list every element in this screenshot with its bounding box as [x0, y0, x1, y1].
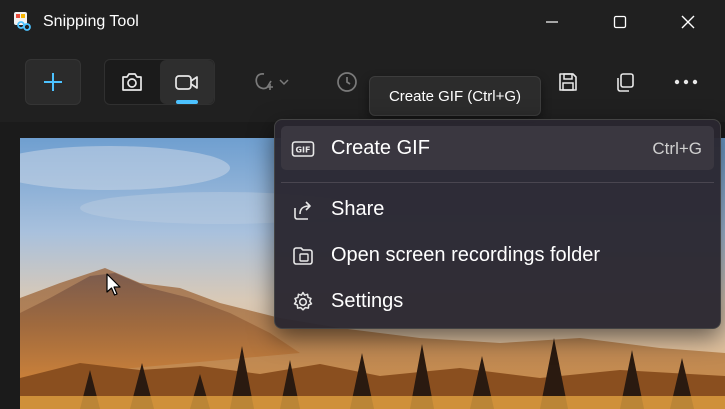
new-snip-button[interactable]	[25, 59, 81, 105]
camera-icon	[121, 73, 142, 91]
window-title: Snipping Tool	[43, 13, 139, 30]
plus-icon	[44, 73, 62, 91]
gif-icon: GIF	[291, 141, 315, 157]
menu-item-label: Create GIF	[331, 137, 430, 159]
clock-icon	[337, 72, 357, 92]
copy-icon	[617, 73, 634, 92]
menu-item-label: Open screen recordings folder	[331, 244, 601, 266]
menu-separator	[281, 182, 714, 183]
svg-text:GIF: GIF	[295, 146, 310, 155]
see-more-button[interactable]	[664, 62, 708, 102]
chevron-down-icon	[279, 79, 289, 86]
title-bar: Snipping Tool	[0, 0, 725, 44]
shape-icon	[255, 73, 273, 90]
active-mode-indicator	[176, 100, 198, 104]
save-icon	[559, 73, 577, 91]
copy-button[interactable]	[603, 62, 647, 102]
snipping-tool-app-icon	[14, 12, 31, 31]
mouse-cursor-icon	[106, 273, 121, 296]
maximize-button[interactable]	[586, 0, 654, 44]
timer-dropdown[interactable]	[325, 62, 369, 102]
close-button[interactable]	[654, 0, 722, 44]
video-mode-button[interactable]	[160, 60, 214, 104]
menu-item-shortcut: Ctrl+G	[652, 139, 702, 158]
tooltip: Create GIF (Ctrl+G)	[369, 76, 541, 116]
menu-item-label: Share	[331, 198, 385, 220]
menu-item-share[interactable]: Share	[281, 187, 714, 231]
more-options-menu: GIF Create GIF Ctrl+G Share Open screen …	[274, 119, 721, 329]
more-icon	[674, 79, 698, 85]
gear-icon	[293, 291, 313, 311]
maximize-icon	[613, 15, 627, 29]
save-button[interactable]	[546, 62, 590, 102]
menu-item-settings[interactable]: Settings	[281, 279, 714, 323]
share-icon	[294, 201, 311, 220]
menu-item-open-recordings-folder[interactable]: Open screen recordings folder	[281, 233, 714, 277]
menu-item-create-gif[interactable]: GIF Create GIF Ctrl+G	[281, 126, 714, 170]
menu-item-label: Settings	[331, 290, 404, 312]
minimize-icon	[546, 21, 558, 23]
toolbar	[0, 44, 725, 122]
screenshot-mode-button[interactable]	[104, 59, 159, 105]
minimize-button[interactable]	[518, 0, 586, 44]
folder-icon	[293, 247, 313, 265]
close-icon	[681, 15, 695, 29]
snip-shape-dropdown[interactable]	[245, 62, 297, 102]
video-camera-icon	[175, 75, 198, 90]
